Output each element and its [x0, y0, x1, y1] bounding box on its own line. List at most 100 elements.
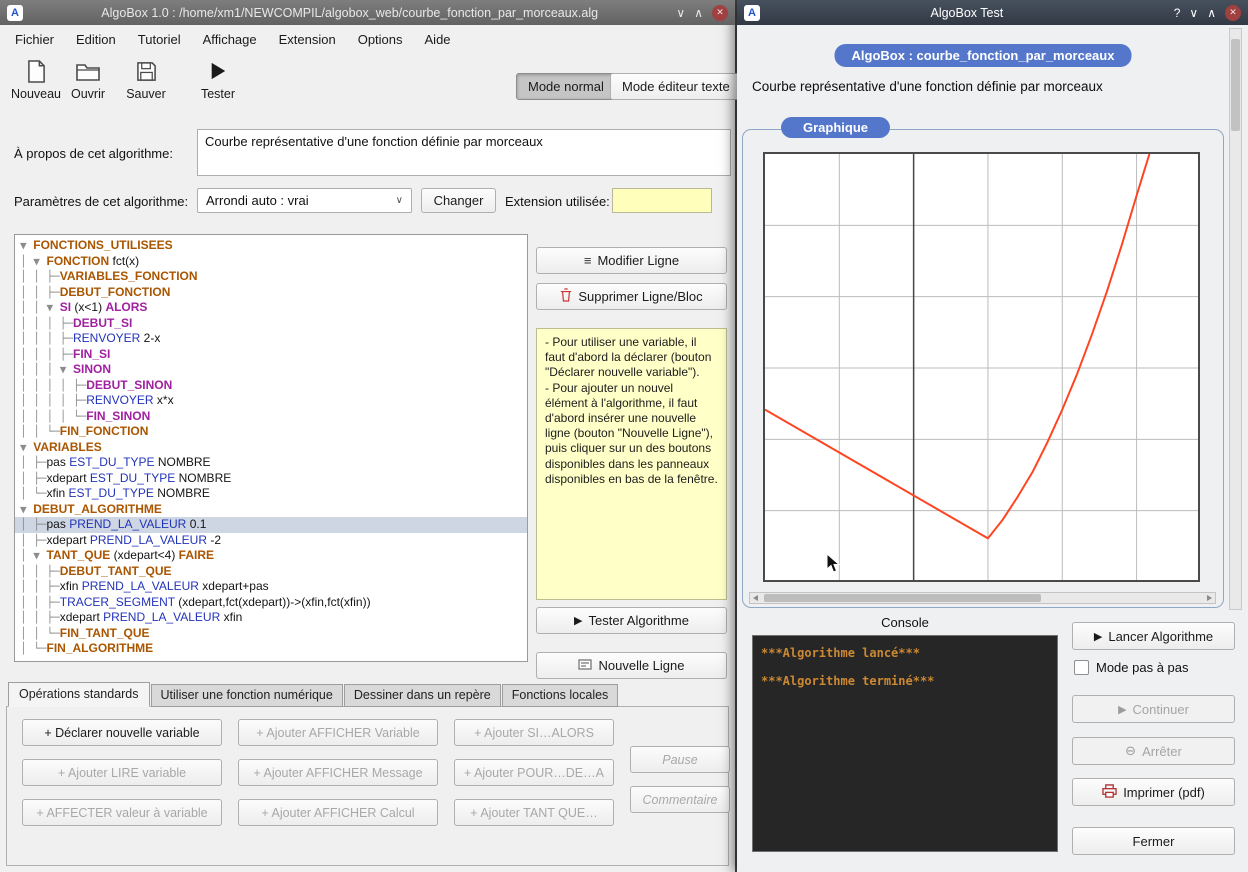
play-icon: ▶	[574, 614, 582, 627]
step-mode-checkbox[interactable]: Mode pas à pas	[1074, 660, 1189, 675]
test-button-label: Tester	[201, 87, 235, 101]
mode-normal-button[interactable]: Mode normal	[516, 73, 616, 100]
tree-row[interactable]: │ │ │ ├─FIN_SI	[15, 347, 527, 363]
tree-text: DEBUT_TANT_QUE	[60, 564, 172, 578]
tab-operations-standards[interactable]: Opérations standards	[8, 682, 150, 707]
test-window-titlebar[interactable]: A AlgoBox Test ? ∨ ∧ ✕	[737, 0, 1248, 25]
tree-row[interactable]: │ │ └─FIN_TANT_QUE	[15, 626, 527, 642]
tree-text: VARIABLES	[33, 440, 101, 454]
close-icon[interactable]: ✕	[1225, 5, 1241, 21]
change-button[interactable]: Changer	[421, 188, 496, 213]
add-afficher-calcul-button[interactable]: + Ajouter AFFICHER Calcul	[238, 799, 438, 826]
open-button[interactable]: Ouvrir	[60, 58, 116, 101]
tree-text: xdepart	[47, 533, 90, 547]
add-afficher-message-button[interactable]: + Ajouter AFFICHER Message	[238, 759, 438, 786]
tree-row[interactable]: │ ▼ TANT_QUE (xdepart<4) FAIRE	[15, 548, 527, 564]
new-line-button[interactable]: Nouvelle Ligne	[536, 652, 727, 679]
delete-line-button[interactable]: Supprimer Ligne/Bloc	[536, 283, 727, 310]
tree-row[interactable]: │ │ │ │ ├─RENVOYER x*x	[15, 393, 527, 409]
tree-row[interactable]: │ ├─pas EST_DU_TYPE NOMBRE	[15, 455, 527, 471]
comment-button[interactable]: Commentaire	[630, 786, 730, 813]
menu-edition[interactable]: Edition	[65, 25, 127, 55]
print-pdf-button[interactable]: Imprimer (pdf)	[1072, 778, 1235, 806]
add-tant-que-button[interactable]: + Ajouter TANT QUE…	[454, 799, 614, 826]
tab-fonction-numerique[interactable]: Utiliser une fonction numérique	[151, 684, 343, 707]
tree-row[interactable]: │ ├─xdepart EST_DU_TYPE NOMBRE	[15, 471, 527, 487]
extension-input[interactable]	[612, 188, 712, 213]
params-label: Paramètres de cet algorithme:	[14, 194, 188, 209]
scroll-right-arrow-icon[interactable]	[1207, 595, 1212, 601]
add-si-alors-button[interactable]: + Ajouter SI…ALORS	[454, 719, 614, 746]
tree-text: FAIRE	[179, 548, 214, 562]
tree-row[interactable]: │ ▼ FONCTION fct(x)	[15, 254, 527, 270]
tree-row[interactable]: │ │ ├─DEBUT_FONCTION	[15, 285, 527, 301]
tree-row[interactable]: │ │ ├─xfin PREND_LA_VALEUR xdepart+pas	[15, 579, 527, 595]
tree-row[interactable]: │ │ └─FIN_FONCTION	[15, 424, 527, 440]
checkbox-icon[interactable]	[1074, 660, 1089, 675]
tree-text: DEBUT_SI	[73, 316, 132, 330]
window-vertical-scrollbar[interactable]	[1229, 28, 1242, 610]
tree-text: pas	[47, 455, 70, 469]
affecter-valeur-button[interactable]: + AFFECTER valeur à variable	[22, 799, 222, 826]
add-afficher-variable-button[interactable]: + Ajouter AFFICHER Variable	[238, 719, 438, 746]
desktop: A AlgoBox 1.0 : /home/xm1/NEWCOMPIL/algo…	[0, 0, 1248, 872]
vertical-scroll-thumb[interactable]	[1231, 39, 1240, 131]
tree-row[interactable]: │ │ ├─VARIABLES_FONCTION	[15, 269, 527, 285]
about-field[interactable]: Courbe représentative d'une fonction déf…	[197, 129, 731, 176]
stop-button[interactable]: ⊖ Arrêter	[1072, 737, 1235, 765]
tree-row[interactable]: ▼ FONCTIONS_UTILISEES	[15, 238, 527, 254]
tree-row[interactable]: │ └─xfin EST_DU_TYPE NOMBRE	[15, 486, 527, 502]
tree-row[interactable]: │ │ ├─DEBUT_TANT_QUE	[15, 564, 527, 580]
tree-row[interactable]: │ │ │ ▼ SINON	[15, 362, 527, 378]
tree-text: TRACER_SEGMENT	[60, 595, 178, 609]
maximize-icon[interactable]: ∧	[1207, 5, 1216, 21]
continue-button[interactable]: ▶ Continuer	[1072, 695, 1235, 723]
menu-aide[interactable]: Aide	[414, 25, 462, 55]
tree-guides: │ ├─	[20, 518, 47, 531]
menu-affichage[interactable]: Affichage	[192, 25, 268, 55]
new-button[interactable]: Nouveau	[8, 58, 64, 101]
graph-horizontal-scrollbar[interactable]	[749, 592, 1216, 604]
run-algorithm-button[interactable]: ▶ Lancer Algorithme	[1072, 622, 1235, 650]
close-dialog-button[interactable]: Fermer	[1072, 827, 1235, 855]
tree-row[interactable]: │ │ │ ├─DEBUT_SI	[15, 316, 527, 332]
menu-extension[interactable]: Extension	[268, 25, 347, 55]
mode-editor-button[interactable]: Mode éditeur texte	[610, 73, 742, 100]
tree-row[interactable]: │ ├─xdepart PREND_LA_VALEUR -2	[15, 533, 527, 549]
pause-button[interactable]: Pause	[630, 746, 730, 773]
shade-icon[interactable]: ∨	[676, 5, 685, 21]
menu-options[interactable]: Options	[347, 25, 414, 55]
tree-row[interactable]: │ ├─pas PREND_LA_VALEUR 0.1	[15, 517, 527, 533]
main-window-titlebar[interactable]: A AlgoBox 1.0 : /home/xm1/NEWCOMPIL/algo…	[0, 0, 735, 25]
tree-row[interactable]: │ │ │ │ ├─DEBUT_SINON	[15, 378, 527, 394]
menu-tutoriel[interactable]: Tutoriel	[127, 25, 192, 55]
tree-row[interactable]: │ │ ├─TRACER_SEGMENT (xdepart,fct(xdepar…	[15, 595, 527, 611]
tree-row[interactable]: │ └─FIN_ALGORITHME	[15, 641, 527, 657]
add-lire-variable-button[interactable]: + Ajouter LIRE variable	[22, 759, 222, 786]
params-combobox[interactable]: Arrondi auto : vrai ∨	[197, 188, 412, 213]
save-button[interactable]: Sauver	[118, 58, 174, 101]
tree-row[interactable]: │ │ │ ├─RENVOYER 2-x	[15, 331, 527, 347]
help-icon[interactable]: ?	[1174, 5, 1181, 21]
tree-row[interactable]: ▼ DEBUT_ALGORITHME	[15, 502, 527, 518]
maximize-icon[interactable]: ∧	[694, 5, 703, 21]
test-button[interactable]: Tester	[190, 58, 246, 101]
test-algorithm-button[interactable]: ▶ Tester Algorithme	[536, 607, 727, 634]
modify-line-button[interactable]: ≡ Modifier Ligne	[536, 247, 727, 274]
tree-row[interactable]: ▼ VARIABLES	[15, 440, 527, 456]
close-icon[interactable]: ✕	[712, 5, 728, 21]
horizontal-scroll-thumb[interactable]	[764, 594, 1041, 602]
modify-line-label: Modifier Ligne	[597, 253, 679, 268]
tree-row[interactable]: │ │ ▼ SI (x<1) ALORS	[15, 300, 527, 316]
add-pour-de-a-button[interactable]: + Ajouter POUR…DE…A	[454, 759, 614, 786]
menu-fichier[interactable]: Fichier	[4, 25, 65, 55]
shade-icon[interactable]: ∨	[1189, 5, 1198, 21]
tab-fonctions-locales[interactable]: Fonctions locales	[502, 684, 619, 707]
tree-guides: │ │ ├─	[20, 580, 60, 593]
scroll-left-arrow-icon[interactable]	[753, 595, 758, 601]
tree-guides: │ ▼	[20, 549, 47, 562]
tree-row[interactable]: │ │ │ │ └─FIN_SINON	[15, 409, 527, 425]
tab-dessiner-repere[interactable]: Dessiner dans un repère	[344, 684, 501, 707]
tree-row[interactable]: │ │ ├─xdepart PREND_LA_VALEUR xfin	[15, 610, 527, 626]
declare-variable-button[interactable]: + Déclarer nouvelle variable	[22, 719, 222, 746]
